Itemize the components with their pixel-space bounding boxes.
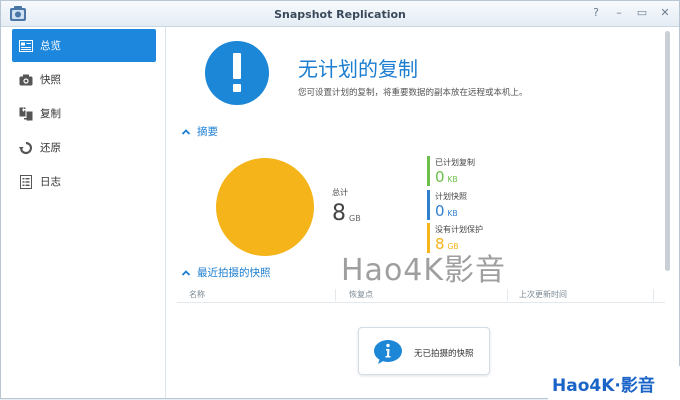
corner-watermark-badge: Hao4K·影音 [548, 366, 680, 400]
sidebar: 总览 快照 复制 还原 日志 [1, 27, 166, 398]
chevron-up-icon [181, 128, 191, 135]
total-unit: GB [349, 214, 361, 223]
page-subtitle: 您可设置计划的复制，将重要数据的副本放在远程或本机上。 [298, 88, 528, 98]
minimize-icon[interactable]: – [613, 7, 625, 19]
legend-label: 没有计划保护 [435, 225, 483, 234]
chevron-up-icon [181, 269, 191, 276]
corner-watermark-text: Hao4K·影音 [552, 376, 655, 396]
legend-item-snapshot: 计划快照 0 KB [427, 190, 547, 220]
snapshot-table-header: 名称 恢复点 上次更新时间 [177, 287, 665, 303]
title-bar: Snapshot Replication ? – ▭ ✕ [1, 1, 679, 27]
sidebar-item-label: 复制 [40, 108, 61, 120]
warning-icon [205, 41, 269, 105]
sidebar-item-restore[interactable]: 还原 [12, 131, 156, 164]
column-header-restore-point[interactable]: 恢复点 [349, 289, 373, 300]
replication-icon [18, 106, 34, 122]
camera-icon [18, 72, 34, 88]
window-controls: ? – ▭ ✕ [590, 7, 671, 19]
empty-snapshots-text: 无已拍摄的快照 [414, 349, 474, 359]
legend-value: 0 KB [435, 202, 458, 220]
sidebar-item-label: 日志 [40, 176, 61, 188]
column-header-name[interactable]: 名称 [189, 289, 205, 300]
info-icon [374, 340, 402, 364]
sidebar-item-log[interactable]: 日志 [12, 165, 156, 198]
pie-slice [216, 158, 314, 256]
overview-icon [18, 38, 34, 54]
legend-value: 0 KB [435, 168, 458, 186]
column-header-last-updated[interactable]: 上次更新时间 [519, 289, 567, 300]
sidebar-item-label: 快照 [40, 74, 61, 86]
main-panel: 无计划的复制 您可设置计划的复制，将重要数据的副本放在远程或本机上。 摘要 总计… [167, 27, 679, 398]
maximize-icon[interactable]: ▭ [636, 7, 648, 19]
sidebar-item-overview[interactable]: 总览 [12, 29, 156, 62]
summary-section-toggle[interactable]: 摘要 [181, 124, 218, 139]
legend-item-replication: 已计划复制 0 KB [427, 156, 547, 186]
window-title: Snapshot Replication [274, 8, 406, 21]
empty-snapshots-notice: 无已拍摄的快照 [358, 327, 490, 375]
restore-icon [18, 140, 34, 156]
total-value: 8 [332, 201, 346, 226]
storage-pie-chart [216, 158, 314, 256]
recent-snapshots-section-toggle[interactable]: 最近拍摄的快照 [181, 265, 271, 280]
close-icon[interactable]: ✕ [659, 7, 671, 19]
recent-snapshots-heading: 最近拍摄的快照 [197, 267, 271, 279]
sidebar-item-label: 还原 [40, 142, 61, 154]
scrollbar[interactable] [665, 31, 670, 271]
total-label: 总计 [332, 188, 348, 197]
page-title: 无计划的复制 [298, 57, 418, 81]
summary-heading: 摘要 [197, 126, 218, 138]
sidebar-item-label: 总览 [40, 40, 61, 52]
legend-label: 已计划复制 [435, 158, 475, 167]
sidebar-item-replication[interactable]: 复制 [12, 97, 156, 130]
sidebar-item-snapshot[interactable]: 快照 [12, 63, 156, 96]
help-icon[interactable]: ? [590, 7, 602, 19]
app-window: Snapshot Replication ? – ▭ ✕ 总览 快照 复制 还原… [0, 0, 680, 400]
log-icon [18, 174, 34, 190]
legend-label: 计划快照 [435, 192, 467, 201]
watermark-text: Hao4K影音 [341, 253, 507, 288]
